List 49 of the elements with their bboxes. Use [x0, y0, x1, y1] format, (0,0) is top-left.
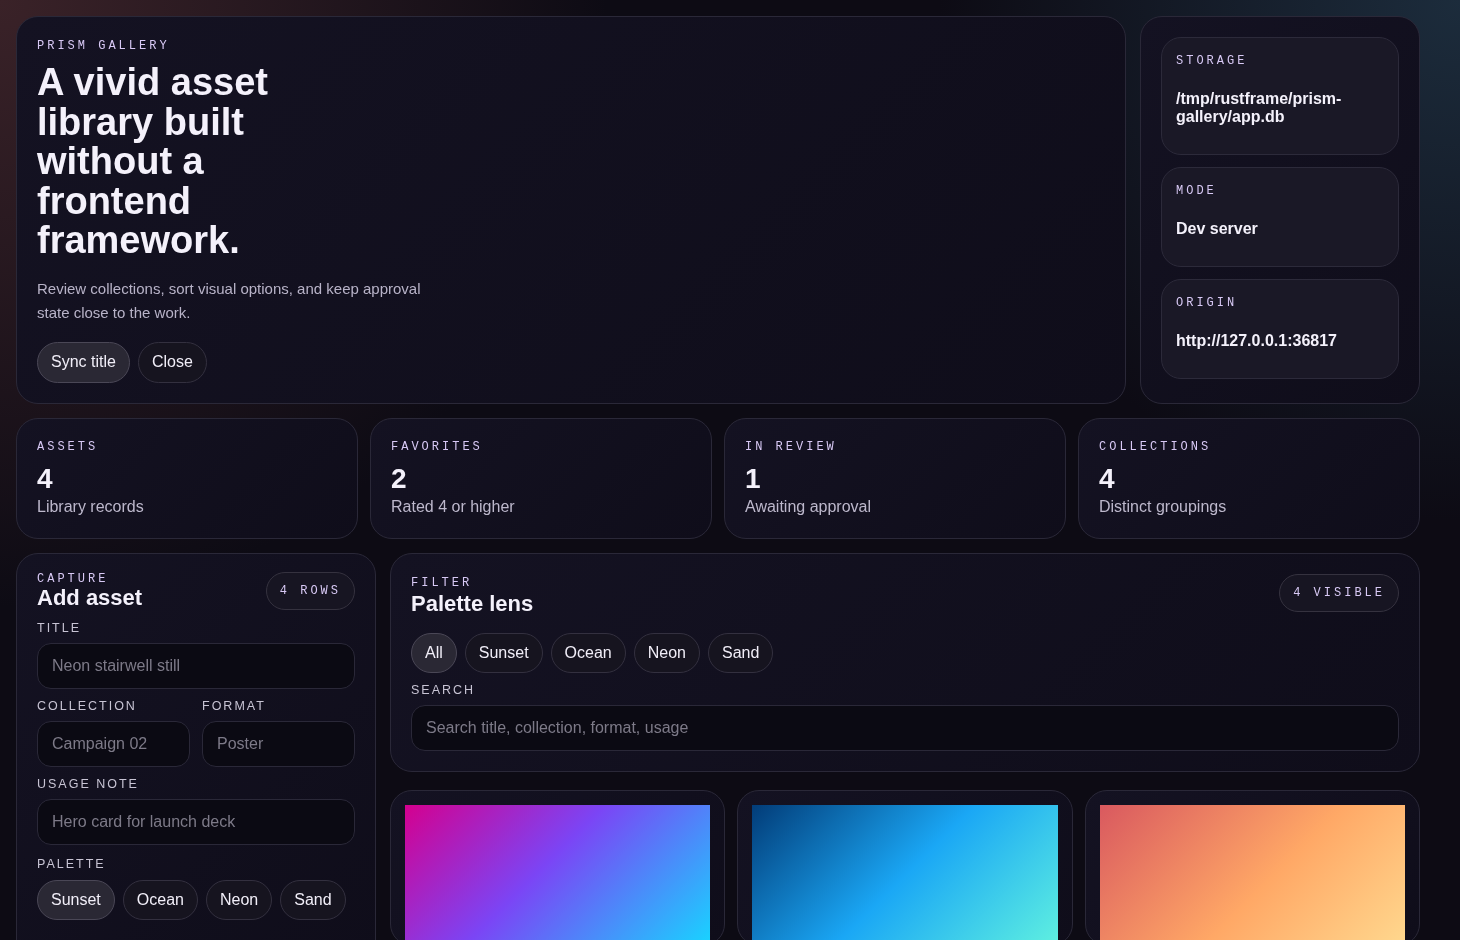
- field-label: COLLECTION: [37, 698, 138, 714]
- filter-chip[interactable]: Neon: [633, 632, 700, 674]
- info-value: Dev server: [1176, 220, 1259, 239]
- stat-caption: Library records: [37, 497, 145, 518]
- stat-label: COLLECTIONS: [1099, 438, 1213, 456]
- stat-label: IN REVIEW: [745, 438, 838, 456]
- stat-value: 2: [391, 461, 408, 496]
- info-label: MODE: [1176, 183, 1218, 200]
- filter-chip[interactable]: Ocean: [550, 632, 626, 674]
- input-field[interactable]: Campaign 02: [37, 720, 190, 767]
- eyebrow-label: FILTER: [411, 575, 474, 593]
- stat-value: 4: [1099, 461, 1116, 496]
- hero-title: A vivid asset library built without a frontend framework.: [37, 63, 269, 261]
- field-label: USAGE NOTE: [37, 776, 140, 792]
- stat-caption: Awaiting approval: [745, 497, 872, 518]
- input-field[interactable]: Neon stairwell still: [37, 642, 355, 689]
- action-button[interactable]: Sync title: [37, 342, 130, 383]
- section-title: Palette lens: [411, 592, 534, 617]
- palette-chip[interactable]: Sunset: [37, 879, 115, 921]
- input-field[interactable]: Poster: [202, 720, 355, 767]
- field-label: PALETTE: [37, 856, 107, 872]
- stat-label: ASSETS: [37, 438, 100, 456]
- hero-description: Review collections, sort visual options, and keep approval state close to the work.: [37, 278, 422, 324]
- field-label: TITLE: [37, 620, 83, 636]
- section-title: Add asset: [37, 586, 143, 611]
- info-label: ORIGIN: [1176, 295, 1239, 312]
- input-field[interactable]: Hero card for launch deck: [37, 798, 355, 845]
- stat-caption: Rated 4 or higher: [391, 497, 516, 518]
- eyebrow-label: PRISM GALLERY: [37, 38, 171, 55]
- info-value: http://127.0.0.1:36817: [1176, 332, 1338, 351]
- filter-chip[interactable]: Sand: [708, 632, 774, 674]
- action-button[interactable]: Close: [137, 342, 207, 383]
- info-value: /tmp/rustframe/prism-gallery/app.db: [1176, 90, 1343, 127]
- field-label: FORMAT: [202, 698, 267, 714]
- palette-chip[interactable]: Sand: [280, 879, 346, 921]
- stat-value: 4: [37, 461, 54, 496]
- eyebrow-label: CAPTURE: [37, 572, 110, 587]
- count-badge: 4 ROWS: [265, 572, 355, 611]
- stat-caption: Distinct groupings: [1099, 497, 1228, 518]
- palette-chip[interactable]: Neon: [205, 879, 273, 921]
- filter-chip[interactable]: All: [411, 632, 457, 674]
- info-label: STORAGE: [1176, 53, 1249, 70]
- filter-chip[interactable]: Sunset: [464, 632, 543, 674]
- input-field[interactable]: Search title, collection, format, usage: [411, 705, 1399, 752]
- palette-chip[interactable]: Ocean: [122, 879, 198, 921]
- stat-value: 1: [745, 461, 762, 496]
- field-label: SEARCH: [411, 683, 477, 699]
- stat-label: FAVORITES: [391, 438, 484, 456]
- count-badge: 4 VISIBLE: [1279, 574, 1399, 613]
